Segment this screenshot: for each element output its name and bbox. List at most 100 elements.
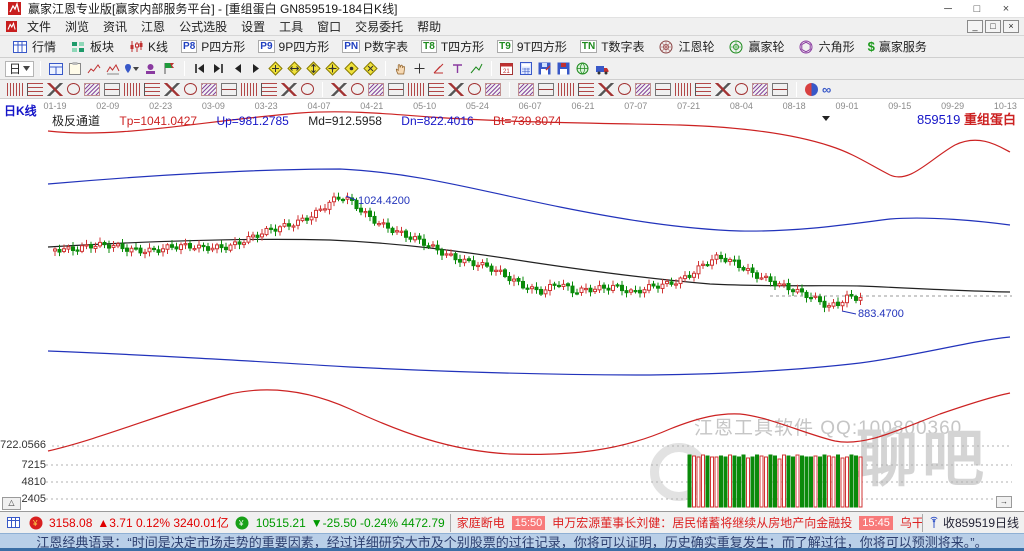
draw-tool-icon[interactable]: [201, 82, 217, 96]
angle-tool-icon[interactable]: [430, 61, 447, 77]
draw-tool-icon[interactable]: [558, 82, 574, 96]
expand-volume-button[interactable]: △: [2, 497, 21, 510]
draw-tool-icon[interactable]: [241, 82, 257, 96]
draw-tool-icon[interactable]: [538, 82, 554, 96]
kline-chart[interactable]: 01-19 02-09 02-23 03-09 03-23 04-07 04-21 05-10…: [0, 99, 1024, 511]
trend-line2-icon[interactable]: [104, 61, 121, 77]
news-headline[interactable]: 乌干达埃博拉确诊病例增至11（: [900, 514, 922, 531]
export-icon[interactable]: [574, 61, 591, 77]
draw-tool-icon[interactable]: [67, 83, 80, 95]
t9-square-button[interactable]: T9 9T四方形: [491, 37, 573, 56]
period-combo[interactable]: 日: [5, 60, 35, 77]
draw-tool-icon[interactable]: [7, 82, 23, 96]
draw-tool-icon[interactable]: [485, 82, 501, 96]
p-number-table-button[interactable]: PN P数字表: [336, 37, 414, 56]
flag-icon[interactable]: [161, 61, 178, 77]
draw-tool-icon[interactable]: [518, 82, 534, 96]
mdi-close-button[interactable]: ×: [1003, 20, 1019, 33]
segment-tool-icon[interactable]: [468, 61, 485, 77]
p9-square-button[interactable]: P9 9P四方形: [252, 37, 335, 56]
winner-wheel-button[interactable]: 赢家轮: [722, 37, 791, 56]
draw-tool-icon[interactable]: [47, 82, 63, 96]
pin-dropdown-icon[interactable]: [123, 61, 140, 77]
scroll-right-button[interactable]: →: [996, 496, 1012, 508]
clipboard-icon[interactable]: [66, 61, 83, 77]
menu-help[interactable]: 帮助: [410, 17, 448, 36]
draw-tool-icon[interactable]: [351, 83, 364, 95]
prev-bar-icon[interactable]: [229, 61, 246, 77]
menu-trade[interactable]: 交易委托: [348, 17, 410, 36]
draw-tool-icon[interactable]: [578, 82, 594, 96]
menu-browse[interactable]: 浏览: [58, 17, 96, 36]
draw-tool-icon[interactable]: [368, 82, 384, 96]
menu-settings[interactable]: 设置: [234, 17, 272, 36]
hexagon-button[interactable]: 六角形: [792, 37, 861, 56]
draw-tool-icon[interactable]: [735, 83, 748, 95]
draw-tool-icon[interactable]: [184, 83, 197, 95]
restore-button[interactable]: □: [965, 1, 989, 17]
pane-tab-daily-kline[interactable]: 日K线: [4, 102, 37, 119]
calculator-icon[interactable]: [517, 61, 534, 77]
menu-window[interactable]: 窗口: [310, 17, 348, 36]
draw-tool-icon[interactable]: [84, 82, 100, 96]
draw-tool-icon[interactable]: [221, 82, 237, 96]
zoom-diamond-cross-icon[interactable]: [267, 61, 284, 77]
goto-start-icon[interactable]: [191, 61, 208, 77]
yinyang-tool-icon[interactable]: [805, 82, 818, 96]
draw-tool-icon[interactable]: [635, 82, 651, 96]
draw-tool-icon[interactable]: [164, 82, 180, 96]
draw-tool-icon[interactable]: [124, 82, 140, 96]
draw-tool-icon[interactable]: [772, 82, 788, 96]
zoom-diamond-dot-icon[interactable]: [343, 61, 360, 77]
sectors-button[interactable]: 板块: [63, 37, 120, 56]
draw-tool-icon[interactable]: [281, 82, 297, 96]
p-square-button[interactable]: P8 P四方形: [175, 37, 251, 56]
next-bar-icon[interactable]: [248, 61, 265, 77]
draw-tool-icon[interactable]: [331, 82, 347, 96]
save-note-icon[interactable]: [536, 61, 553, 77]
mdi-restore-button[interactable]: □: [985, 20, 1001, 33]
draw-tool-icon[interactable]: [695, 82, 711, 96]
zoom-diamond-hline-icon[interactable]: [286, 61, 303, 77]
draw-tool-icon[interactable]: [715, 82, 731, 96]
draw-tool-icon[interactable]: [408, 82, 424, 96]
t-number-table-button[interactable]: TN T数字表: [574, 37, 651, 56]
close-button[interactable]: ×: [994, 1, 1018, 17]
draw-tool-icon[interactable]: [27, 82, 43, 96]
chart-window-icon[interactable]: [47, 61, 64, 77]
draw-tool-icon[interactable]: [675, 82, 691, 96]
market-grid-icon[interactable]: [5, 515, 22, 531]
news-headline[interactable]: 申万宏源董事长刘健：居民储蓄将继续从房地产向金融投: [552, 514, 852, 531]
draw-tool-icon[interactable]: [448, 82, 464, 96]
kline-button[interactable]: K线: [121, 37, 174, 56]
infinity-tool-icon[interactable]: ∞: [822, 83, 831, 96]
gann-wheel-button[interactable]: 江恩轮: [652, 37, 721, 56]
draw-tool-icon[interactable]: [618, 83, 631, 95]
crosshair-tool-icon[interactable]: [411, 61, 428, 77]
text-tool-icon[interactable]: [449, 61, 466, 77]
draw-tool-icon[interactable]: [104, 82, 120, 96]
draw-tool-icon[interactable]: [388, 82, 404, 96]
goto-end-icon[interactable]: [210, 61, 227, 77]
minimize-button[interactable]: ─: [936, 1, 960, 17]
menu-news[interactable]: 资讯: [96, 17, 134, 36]
news-headline[interactable]: 家庭断电: [457, 514, 505, 531]
winner-service-button[interactable]: $ 赢家服务: [862, 37, 933, 56]
calendar-icon[interactable]: 21: [498, 61, 515, 77]
t-square-button[interactable]: T8 T四方形: [415, 37, 490, 56]
draw-tool-icon[interactable]: [655, 82, 671, 96]
draw-tool-icon[interactable]: [144, 82, 160, 96]
menu-tools[interactable]: 工具: [272, 17, 310, 36]
zoom-diamond-x-icon[interactable]: [362, 61, 379, 77]
save-icon[interactable]: [555, 61, 572, 77]
hand-tool-icon[interactable]: [392, 61, 409, 77]
draw-tool-icon[interactable]: [752, 82, 768, 96]
news-ticker[interactable]: 家庭断电 15:50 申万宏源董事长刘健：居民储蓄将继续从房地产向金融投 15:…: [449, 513, 923, 532]
menu-gann[interactable]: 江恩: [134, 17, 172, 36]
draw-tool-icon[interactable]: [428, 82, 444, 96]
menu-formula-stockpick[interactable]: 公式选股: [172, 17, 234, 36]
menu-file[interactable]: 文件: [20, 17, 58, 36]
mdi-minimize-button[interactable]: _: [967, 20, 983, 33]
draw-tool-icon[interactable]: [468, 83, 481, 95]
zoom-diamond-vline-icon[interactable]: [305, 61, 322, 77]
